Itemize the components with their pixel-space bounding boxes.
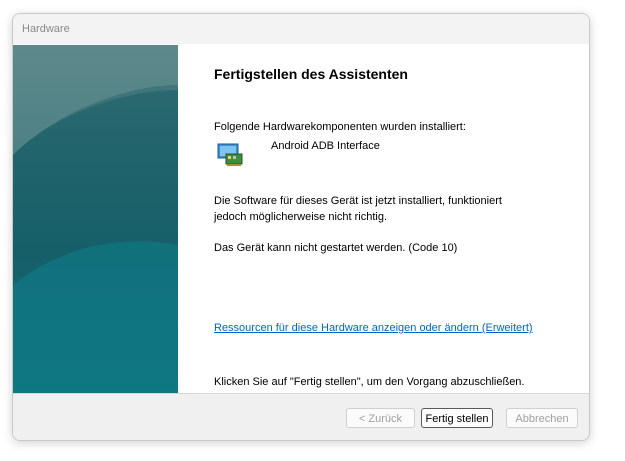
wizard-side-banner xyxy=(13,45,178,393)
hardware-wizard-window: Hardware Fertigstellen des Assistenten F… xyxy=(12,13,590,441)
wizard-content: Fertigstellen des Assistenten Folgende H… xyxy=(179,45,589,393)
page-title: Fertigstellen des Assistenten xyxy=(214,66,408,82)
cancel-button[interactable]: Abbrechen xyxy=(506,408,578,428)
network-adapter-icon xyxy=(216,140,246,170)
hardware-resources-link[interactable]: Ressourcen für diese Hardware anzeigen o… xyxy=(214,322,533,334)
banner-swoosh-graphic xyxy=(13,45,178,393)
device-name: Android ADB Interface xyxy=(271,140,380,152)
finish-button[interactable]: Fertig stellen xyxy=(421,408,493,428)
button-bar: < Zurück Fertig stellen Abbrechen xyxy=(13,393,589,440)
window-title: Hardware xyxy=(22,23,70,35)
title-bar[interactable]: Hardware xyxy=(13,14,589,44)
error-code-text: Das Gerät kann nicht gestartet werden. (… xyxy=(214,242,458,254)
finish-hint-text: Klicken Sie auf "Fertig stellen", um den… xyxy=(214,376,525,388)
status-text-line1: Die Software für dieses Gerät ist jetzt … xyxy=(214,195,502,207)
status-text-line2: jedoch möglicherweise nicht richtig. xyxy=(214,211,388,223)
installed-intro-text: Folgende Hardwarekomponenten wurden inst… xyxy=(214,121,466,133)
back-button[interactable]: < Zurück xyxy=(346,408,415,428)
